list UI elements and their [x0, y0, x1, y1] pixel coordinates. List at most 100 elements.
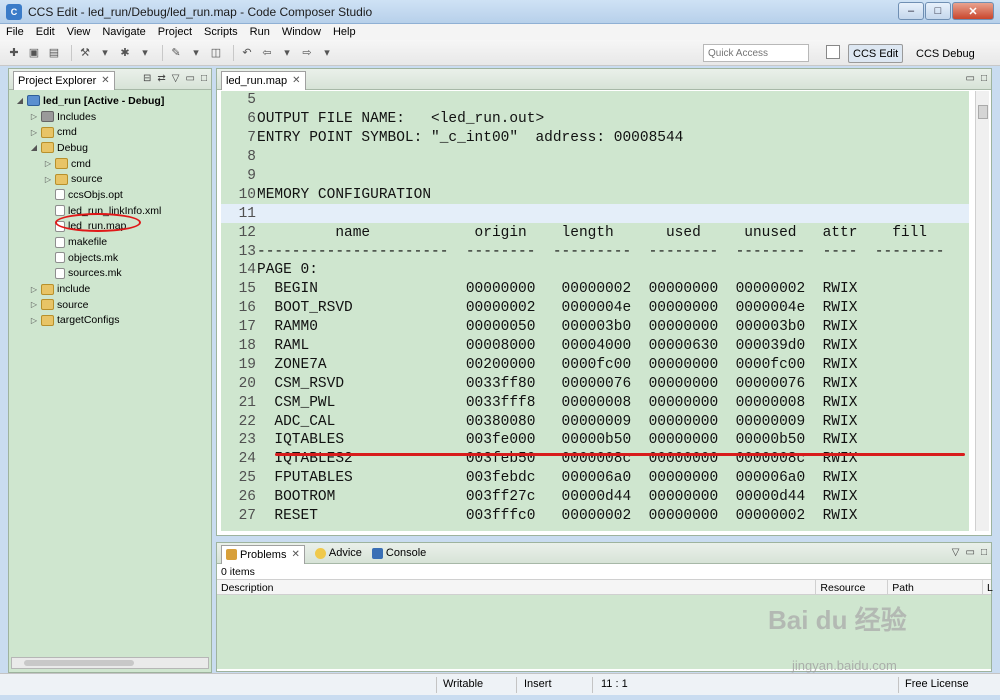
code-line[interactable]: 14 PAGE 0: [221, 261, 969, 280]
code-line[interactable]: 27 RESET 003fffc0 00000002 00000000 0000… [221, 507, 969, 526]
code-line[interactable]: 18 RAML 00008000 00004000 00000630 00003… [221, 337, 969, 356]
tab-console[interactable]: Console [371, 547, 426, 559]
code-line[interactable]: 11 [221, 204, 969, 224]
tab-project-explorer[interactable]: Project Explorer ✕ [13, 70, 115, 90]
menu-run[interactable]: Run [250, 26, 270, 38]
code-line[interactable]: 20 CSM_RSVD 0033ff80 00000076 00000000 0… [221, 374, 969, 393]
close-tab-icon[interactable]: ✕ [292, 75, 300, 86]
code-line[interactable]: 19 ZONE7A 00200000 0000fc00 00000000 000… [221, 355, 969, 374]
code-line[interactable]: 17 RAMM0 00000050 000003b0 00000000 0000… [221, 318, 969, 337]
minimize-view-icon[interactable]: ▭ [186, 73, 195, 84]
maximize-button[interactable]: □ [925, 2, 951, 20]
close-tab-icon[interactable]: ✕ [291, 549, 299, 560]
tree-item[interactable]: ▷ source [9, 171, 211, 187]
code-line[interactable]: 12 name origin length used unused attr f… [221, 223, 969, 242]
expand-arrow-icon[interactable]: ▷ [29, 112, 39, 121]
expand-arrow-icon[interactable]: ▷ [43, 159, 53, 168]
link-editor-icon[interactable]: ⇄ [157, 73, 165, 84]
new-icon[interactable]: ✚ [6, 45, 22, 61]
expand-arrow-icon[interactable]: ▷ [29, 128, 39, 137]
tree-item[interactable]: ▷ source [9, 297, 211, 313]
code-line[interactable]: 8 [221, 148, 969, 167]
tree-item[interactable]: ▷ Includes [9, 109, 211, 125]
vertical-scrollbar[interactable] [975, 91, 989, 531]
code-line[interactable]: 26 BOOTROM 003ff27c 00000d44 00000000 00… [221, 488, 969, 507]
code-editor[interactable]: 5 6 OUTPUT FILE NAME: <led_run.out> 7 ENTRY … [221, 91, 969, 531]
open-perspective-icon[interactable] [826, 45, 840, 59]
horizontal-scrollbar[interactable] [11, 657, 209, 669]
close-button[interactable]: ✕ [952, 2, 994, 20]
save-icon[interactable]: ▣ [26, 45, 42, 61]
code-line[interactable]: 13 ---------------------- -------- ------… [221, 242, 969, 261]
expand-arrow-open-icon[interactable]: ◢ [29, 143, 39, 152]
back-icon[interactable]: ⇦ [259, 45, 275, 61]
tree-item[interactable]: ▷ cmd [9, 156, 211, 172]
scrollbar-thumb[interactable] [978, 105, 988, 119]
perspective-ccs-edit[interactable]: CCS Edit [848, 44, 904, 63]
debug-icon[interactable]: ✱ [117, 45, 133, 61]
menu-edit[interactable]: Edit [36, 26, 55, 38]
expand-arrow-open-icon[interactable]: ◢ [15, 96, 25, 105]
menu-scripts[interactable]: Scripts [204, 26, 238, 38]
tree-item[interactable]: objects.mk [9, 250, 211, 266]
close-tab-icon[interactable]: ✕ [101, 75, 109, 86]
menu-window[interactable]: Window [282, 26, 321, 38]
menu-file[interactable]: File [6, 26, 24, 38]
save-all-icon[interactable]: ▤ [46, 45, 62, 61]
code-line[interactable]: 22 ADC_CAL 00380080 00000009 00000000 00… [221, 412, 969, 431]
forward-icon[interactable]: ⇨ [299, 45, 315, 61]
menu-project[interactable]: Project [158, 26, 192, 38]
tab-advice[interactable]: Advice [314, 547, 362, 559]
minimize-view-icon[interactable]: ▭ [966, 73, 975, 84]
code-line[interactable]: 23 IQTABLES 003fe000 00000b50 00000000 0… [221, 431, 969, 450]
tab-led-run-map[interactable]: led_run.map ✕ [221, 70, 306, 90]
code-line[interactable]: 10 MEMORY CONFIGURATION [221, 185, 969, 204]
menu-view[interactable]: View [67, 26, 91, 38]
collapse-all-icon[interactable]: ⊟ [143, 73, 151, 84]
expand-arrow-icon[interactable]: ▷ [29, 300, 39, 309]
column-path[interactable]: Path [888, 580, 983, 594]
tree-item[interactable]: sources.mk [9, 266, 211, 282]
code-line[interactable]: 6 OUTPUT FILE NAME: <led_run.out> [221, 110, 969, 129]
dropdown-icon[interactable]: ▾ [188, 45, 204, 61]
minimize-view-icon[interactable]: ▭ [966, 547, 975, 558]
maximize-view-icon[interactable]: □ [201, 73, 207, 84]
build-icon[interactable]: ⚒ [77, 45, 93, 61]
maximize-view-icon[interactable]: □ [981, 547, 987, 558]
dropdown-icon[interactable]: ▾ [137, 45, 153, 61]
tree-item[interactable]: ◢ Debug [9, 140, 211, 156]
code-line[interactable]: 9 [221, 167, 969, 186]
code-line[interactable]: 5 [221, 91, 969, 110]
tree-item[interactable]: ▷ targetConfigs [9, 313, 211, 329]
last-edit-icon[interactable]: ↶ [239, 45, 255, 61]
expand-arrow-icon[interactable]: ▷ [29, 316, 39, 325]
code-line[interactable]: 7 ENTRY POINT SYMBOL: "_c_int00" address:… [221, 129, 969, 148]
column-resource[interactable]: Resource [816, 580, 889, 594]
maximize-view-icon[interactable]: □ [981, 73, 987, 84]
column-location[interactable]: L [983, 580, 993, 594]
view-menu-icon[interactable]: ▽ [172, 73, 180, 84]
code-line[interactable]: 25 FPUTABLES 003febdc 000006a0 00000000 … [221, 469, 969, 488]
tab-problems[interactable]: Problems ✕ [221, 544, 305, 564]
perspective-ccs-debug[interactable]: CCS Debug [912, 44, 979, 63]
tree-item[interactable]: ccsObjs.opt [9, 187, 211, 203]
quick-access-input[interactable] [703, 44, 809, 62]
menu-help[interactable]: Help [333, 26, 356, 38]
expand-arrow-icon[interactable]: ▷ [29, 285, 39, 294]
tree-item[interactable]: ▷ cmd [9, 124, 211, 140]
minimize-button[interactable]: – [898, 2, 924, 20]
flash-icon[interactable]: ✎ [168, 45, 184, 61]
code-line[interactable]: 21 CSM_PWL 0033fff8 00000008 00000000 00… [221, 393, 969, 412]
dropdown-icon[interactable]: ▾ [97, 45, 113, 61]
menu-navigate[interactable]: Navigate [102, 26, 145, 38]
tree-item[interactable]: ▷ include [9, 281, 211, 297]
column-description[interactable]: Description [217, 580, 817, 594]
code-line[interactable]: 15 BEGIN 00000000 00000002 00000000 0000… [221, 280, 969, 299]
expand-arrow-icon[interactable]: ▷ [43, 175, 53, 184]
tree-item[interactable]: ◢ led_run [Active - Debug] [9, 93, 211, 109]
view-menu-icon[interactable]: ▽ [952, 547, 960, 558]
toggle-view-icon[interactable]: ◫ [208, 45, 224, 61]
dropdown-icon[interactable]: ▾ [279, 45, 295, 61]
tree-item[interactable]: makefile [9, 234, 211, 250]
code-line[interactable]: 16 BOOT_RSVD 00000002 0000004e 00000000 … [221, 299, 969, 318]
